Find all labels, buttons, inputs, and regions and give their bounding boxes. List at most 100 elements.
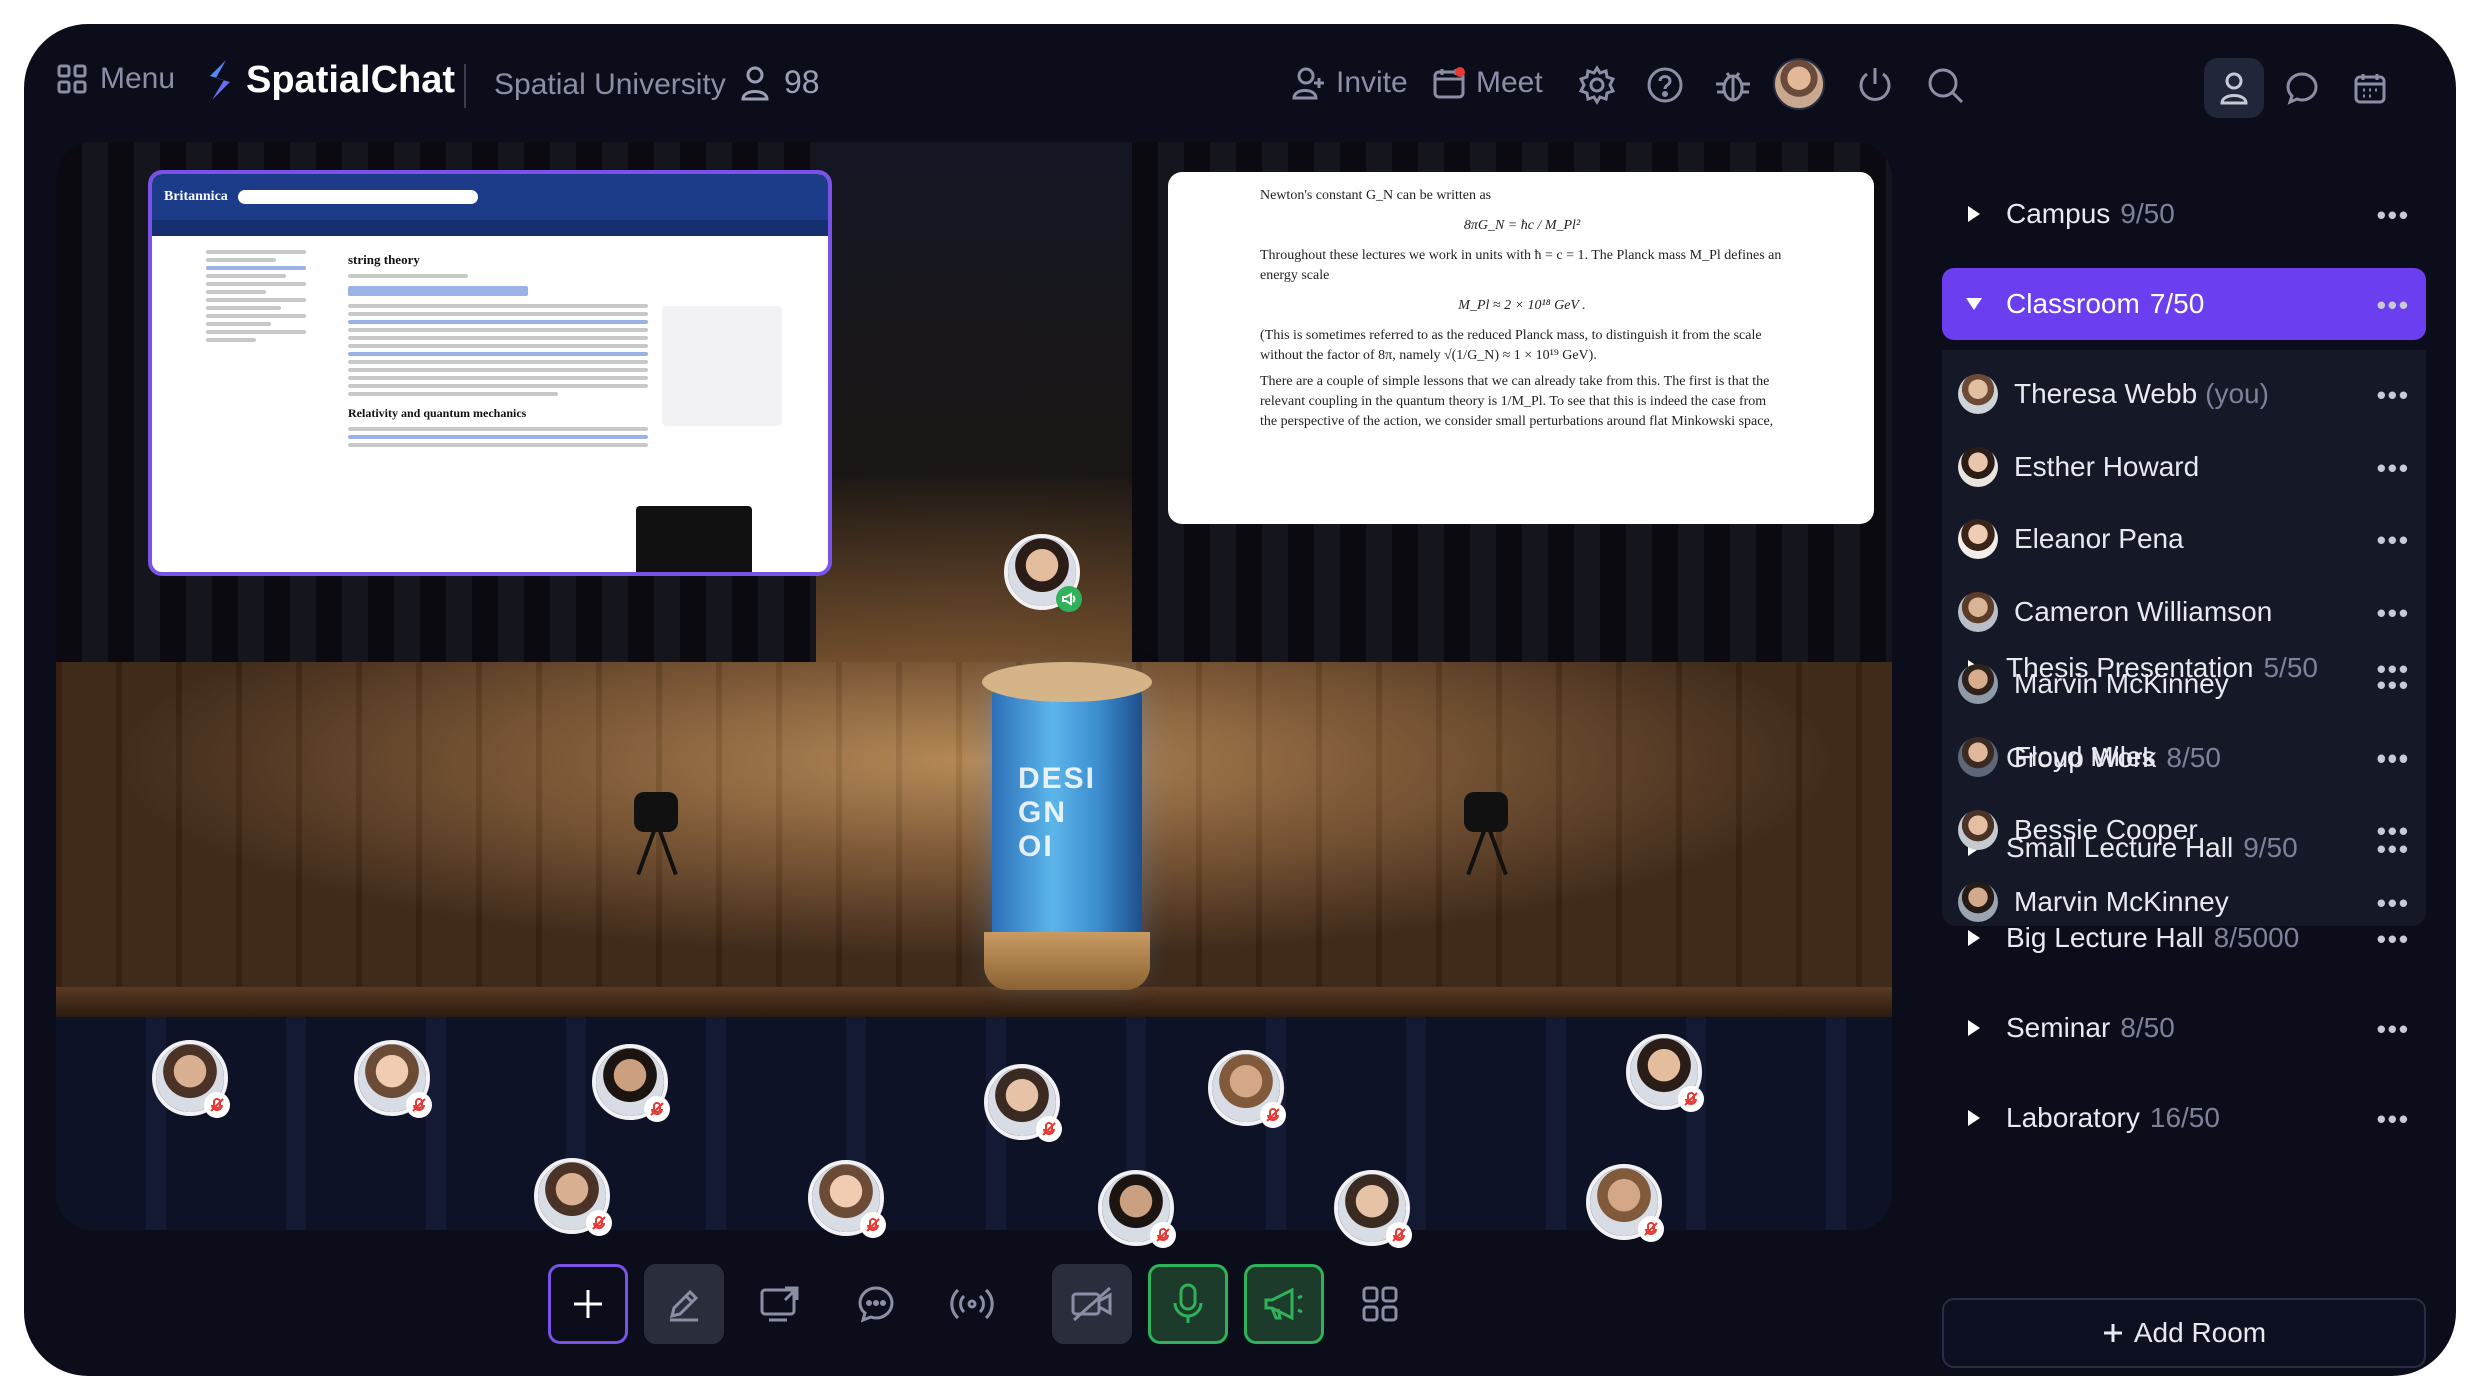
- grid-icon: [57, 64, 87, 94]
- draw-button[interactable]: [644, 1264, 724, 1344]
- room-item[interactable]: Classroom 7/50 •••: [1942, 268, 2426, 340]
- member-item[interactable]: Cameron Williamson •••: [1942, 576, 2426, 648]
- mic-muted-icon: [1638, 1216, 1664, 1242]
- participant-avatar[interactable]: [592, 1044, 670, 1122]
- more-icon[interactable]: •••: [2377, 743, 2410, 774]
- broadcast-icon: [950, 1288, 994, 1320]
- member-item[interactable]: Esther Howard •••: [1942, 431, 2426, 503]
- member-item[interactable]: Floyd Miles •••: [1942, 721, 2426, 793]
- shared-screen-web[interactable]: Britannica string theory Relativity and …: [148, 170, 832, 576]
- invite-button[interactable]: Invite: [1292, 66, 1408, 100]
- camera-off-button[interactable]: [1052, 1264, 1132, 1344]
- participant-avatar[interactable]: [1208, 1050, 1286, 1128]
- participant-avatar[interactable]: [808, 1160, 886, 1238]
- avatar: [1958, 664, 1998, 705]
- more-icon[interactable]: •••: [2377, 1014, 2410, 1045]
- room-capacity: 8/50: [2120, 1012, 2175, 1043]
- add-room-button[interactable]: Add Room: [1942, 1298, 2426, 1368]
- participant-avatar[interactable]: [534, 1158, 612, 1236]
- more-icon[interactable]: •••: [2377, 598, 2410, 629]
- participant-avatar[interactable]: [1334, 1170, 1412, 1248]
- participant-avatar[interactable]: [1098, 1170, 1176, 1248]
- room-item[interactable]: Laboratory 16/50 •••: [1942, 1082, 2426, 1154]
- tab-calendar[interactable]: [2340, 58, 2400, 118]
- podium-line: GN: [1018, 796, 1067, 829]
- app-logo: SpatialChat: [204, 58, 455, 102]
- doc-equation: 8πG_N = ħc / M_Pl²: [1463, 218, 1581, 233]
- user-avatar[interactable]: [1773, 58, 1825, 110]
- member-name: Marvin McKinney: [2014, 668, 2229, 700]
- more-icon[interactable]: •••: [2377, 670, 2410, 701]
- tab-chat[interactable]: [2272, 58, 2332, 118]
- help-icon[interactable]: [1644, 64, 1686, 106]
- camera-off-icon: [1071, 1286, 1112, 1322]
- mic-muted-icon: [406, 1092, 432, 1118]
- mic-muted-icon: [1150, 1222, 1176, 1248]
- member-item[interactable]: Eleanor Pena •••: [1942, 503, 2426, 575]
- chat-icon: [2286, 72, 2318, 105]
- participant-avatar[interactable]: [1004, 534, 1082, 612]
- participant-avatar[interactable]: [1626, 1034, 1704, 1112]
- stage-camera-right: [1464, 792, 1508, 832]
- calendar-icon: [1433, 67, 1465, 99]
- caret-down-icon[interactable]: [1958, 296, 1990, 312]
- more-icon[interactable]: •••: [2377, 525, 2410, 556]
- power-icon[interactable]: [1854, 64, 1896, 106]
- stage-floor: [56, 662, 1892, 992]
- doc-line: There are a couple of simple lessons tha…: [1260, 374, 1774, 429]
- gear-icon[interactable]: [1576, 64, 1618, 106]
- member-item[interactable]: Marvin McKinney •••: [1942, 866, 2426, 938]
- more-icon[interactable]: •••: [2377, 200, 2410, 231]
- web-article-title: string theory: [348, 252, 420, 267]
- member-item[interactable]: Bessie Cooper •••: [1942, 794, 2426, 866]
- web-subnav: [152, 220, 828, 236]
- pencil-icon: [669, 1289, 699, 1322]
- add-user-icon: [1292, 67, 1324, 100]
- stage-edge: [56, 987, 1892, 1017]
- menu-button[interactable]: Menu: [56, 62, 175, 96]
- search-icon[interactable]: [1924, 64, 1966, 106]
- share-screen-button[interactable]: [740, 1264, 820, 1344]
- more-icon[interactable]: •••: [2377, 816, 2410, 847]
- meet-button[interactable]: Meet: [1432, 66, 1543, 100]
- member-item[interactable]: Theresa Webb (you) •••: [1942, 358, 2426, 430]
- avatar: [1958, 591, 1998, 632]
- podium-line: DESI: [1018, 762, 1097, 795]
- web-info-card: [662, 306, 782, 426]
- more-icon[interactable]: •••: [2377, 888, 2410, 919]
- chat-button[interactable]: [836, 1264, 916, 1344]
- caret-right-icon[interactable]: [1958, 205, 1990, 223]
- bug-icon[interactable]: [1712, 64, 1754, 106]
- org-name[interactable]: Spatial University: [494, 68, 726, 102]
- microphone-button[interactable]: [1148, 1264, 1228, 1344]
- apps-button[interactable]: [1340, 1264, 1420, 1344]
- topbar-divider: [464, 64, 466, 108]
- meet-label: Meet: [1476, 66, 1543, 99]
- calendar-icon: [2354, 74, 2386, 104]
- broadcast-button[interactable]: [932, 1264, 1012, 1344]
- more-icon[interactable]: •••: [2377, 290, 2410, 321]
- participant-avatar[interactable]: [152, 1040, 230, 1118]
- member-item[interactable]: Marvin McKinney •••: [1942, 648, 2426, 720]
- plus-icon: [2103, 1324, 2122, 1342]
- add-content-button[interactable]: [548, 1264, 628, 1344]
- web-nav: Britannica: [152, 174, 828, 220]
- avatar: [1958, 374, 1998, 414]
- participant-avatar[interactable]: [354, 1040, 432, 1118]
- room-item[interactable]: Seminar 8/50 •••: [1942, 992, 2426, 1064]
- participant-count[interactable]: 98: [740, 64, 820, 101]
- caret-right-icon[interactable]: [1958, 1019, 1990, 1037]
- participant-avatar[interactable]: [984, 1064, 1062, 1142]
- more-icon[interactable]: •••: [2377, 453, 2410, 484]
- caret-right-icon[interactable]: [1958, 1109, 1990, 1127]
- shared-screen-document[interactable]: Newton's constant G_N can be written as …: [1168, 172, 1874, 524]
- more-icon[interactable]: •••: [2377, 380, 2410, 411]
- room-item[interactable]: Campus 9/50 •••: [1942, 178, 2426, 250]
- more-icon[interactable]: •••: [2377, 1104, 2410, 1135]
- participant-count-value: 98: [784, 64, 820, 100]
- room-name: Seminar: [2006, 1012, 2111, 1043]
- megaphone-button[interactable]: [1244, 1264, 1324, 1344]
- participant-avatar[interactable]: [1586, 1164, 1664, 1242]
- tab-participants[interactable]: [2204, 58, 2264, 118]
- person-icon: [2220, 72, 2248, 105]
